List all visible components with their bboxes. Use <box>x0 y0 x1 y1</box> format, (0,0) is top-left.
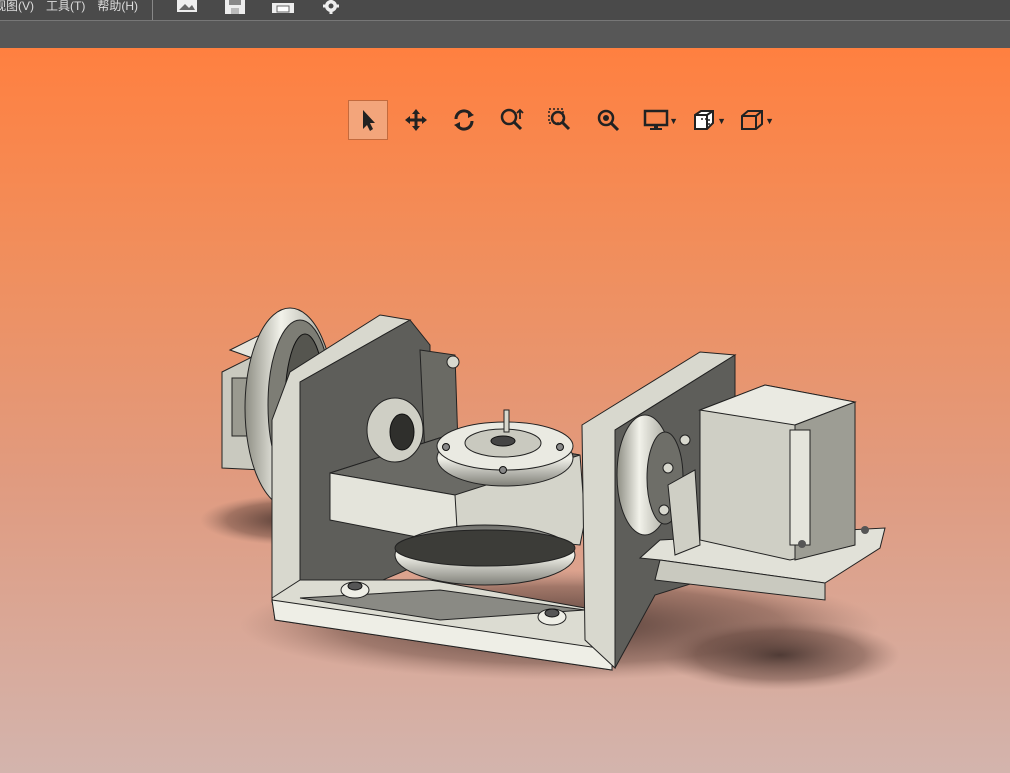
image-icon[interactable] <box>175 0 199 14</box>
display-style-button[interactable]: ▼ <box>636 100 678 140</box>
zoom-button[interactable] <box>492 100 532 140</box>
menu-help[interactable]: 帮助(H) <box>97 0 150 14</box>
select-tool-button[interactable] <box>348 100 388 140</box>
pan-icon <box>405 109 427 131</box>
chevron-down-icon[interactable]: ▼ <box>765 116 774 126</box>
rotate-icon <box>454 109 474 131</box>
zoom-icon <box>500 108 524 131</box>
zoom-fit-button[interactable] <box>588 100 628 140</box>
menu-divider <box>152 0 153 20</box>
zoom-area-icon <box>548 108 571 131</box>
graphics-viewport[interactable]: ▼ ▼ ▼ <box>0 48 1010 773</box>
menu-bar: 视图(V) 工具(T) 帮助(H) <box>0 0 1010 21</box>
ribbon-strip <box>0 21 1010 48</box>
model-shadow <box>660 620 900 690</box>
pan-button[interactable] <box>396 100 436 140</box>
display-icon <box>643 109 669 130</box>
section-view-button[interactable]: ▼ <box>684 100 726 140</box>
menu-tools[interactable]: 工具(T) <box>46 0 97 14</box>
save-icon[interactable] <box>223 0 247 14</box>
view-heads-up-toolbar: ▼ ▼ ▼ <box>348 100 780 140</box>
chevron-down-icon[interactable]: ▼ <box>717 116 726 126</box>
menu-view[interactable]: 视图(V) <box>0 0 46 14</box>
select-arrow-icon <box>363 110 375 131</box>
rotate-button[interactable] <box>444 100 484 140</box>
rotary-tilt-table-model[interactable] <box>0 48 1010 773</box>
view-orientation-button[interactable]: ▼ <box>732 100 774 140</box>
zoom-area-button[interactable] <box>540 100 580 140</box>
chevron-down-icon[interactable]: ▼ <box>669 116 678 126</box>
print-icon[interactable] <box>271 0 295 14</box>
zoom-fit-icon <box>597 109 620 132</box>
section-view-icon <box>694 110 714 130</box>
gear-icon[interactable] <box>319 0 343 14</box>
view-orientation-icon <box>741 110 763 130</box>
